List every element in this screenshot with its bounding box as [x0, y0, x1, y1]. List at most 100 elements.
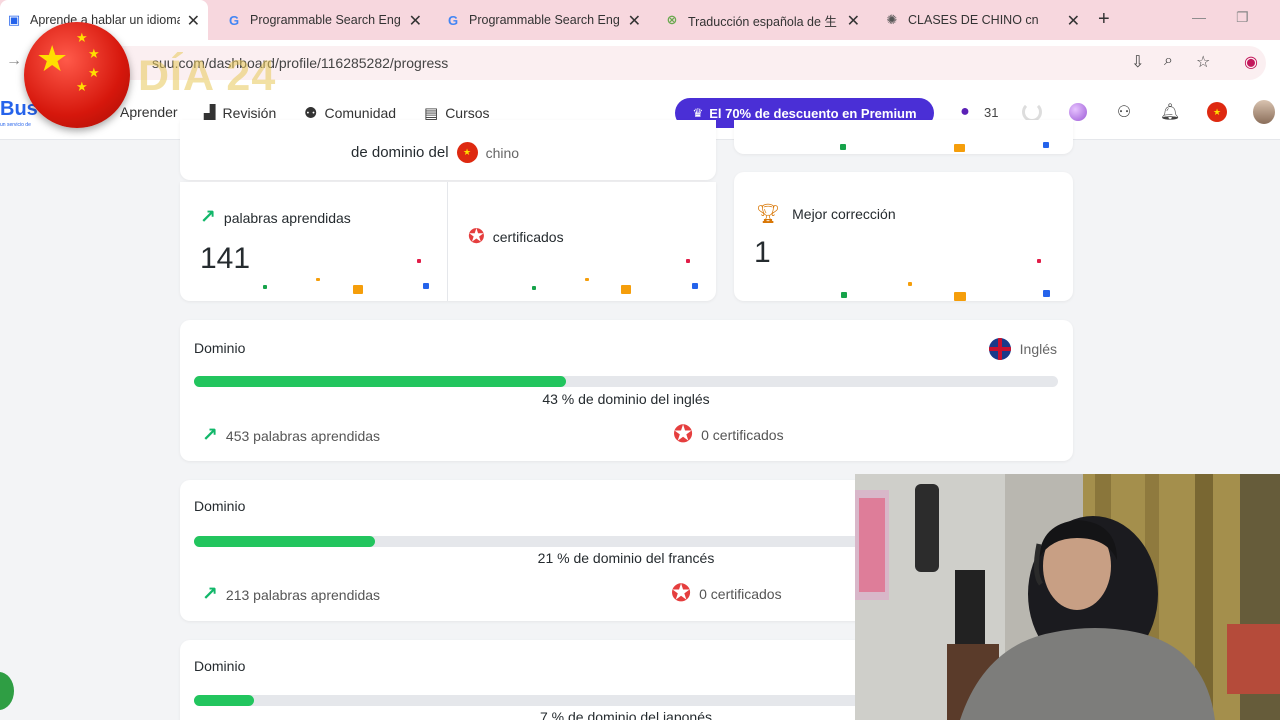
certificates-label: ✪ certificados: [468, 224, 564, 249]
small-star-icon: ★: [88, 46, 100, 61]
words-learned: ↗ 453 palabras aprendidas: [202, 424, 380, 447]
certificates-count: ✪ 0 certificados: [671, 579, 782, 608]
minimize-icon[interactable]: —: [1192, 9, 1206, 25]
best-correction-label: 🏆︎ Mejor corrección: [756, 202, 896, 226]
confetti: [532, 286, 536, 290]
confetti: [1043, 290, 1050, 297]
confetti: [417, 259, 421, 263]
close-tab-icon[interactable]: ✕: [847, 11, 860, 31]
language-tag-english: Inglés: [988, 338, 1057, 360]
nav-label: Revisión: [222, 105, 277, 121]
words-learned-value: 141: [200, 242, 251, 275]
certificates-text: 0 certificados: [699, 585, 782, 602]
small-star-icon: ★: [76, 79, 88, 94]
friends-icon[interactable]: ⚇: [1113, 101, 1135, 123]
install-app-icon[interactable]: ⇩: [1131, 52, 1144, 72]
partial-card-top-right: [734, 120, 1073, 154]
words-label-text: palabras aprendidas: [223, 209, 351, 226]
logo-tagline: un servicio de: [0, 122, 31, 128]
browser-tab-clases-chino[interactable]: ✺ CLASES DE CHINO cn ✕: [876, 0, 1088, 40]
tab-title: Aprende a hablar un idioma: [30, 13, 180, 27]
trending-up-icon: ↗: [200, 207, 216, 228]
crown-icon: ♛: [692, 106, 704, 120]
china-flag-overlay: ★ ★ ★ ★ ★: [24, 22, 130, 128]
certificate-badge-icon: ✪: [673, 421, 694, 448]
confetti: [1037, 259, 1041, 263]
tab-title: CLASES DE CHINO cn: [908, 13, 1039, 27]
confetti: [692, 283, 698, 289]
trending-up-icon: ↗: [202, 425, 218, 446]
profile-icon[interactable]: ◉: [1244, 52, 1258, 72]
browser-tab-strip: ▣ Aprende a hablar un idioma ✕ G Program…: [0, 0, 1280, 40]
progress-bar-fill: [194, 376, 566, 387]
course-card-english[interactable]: Dominio Inglés 43 % de dominio del inglé…: [180, 320, 1073, 461]
certificates-text: 0 certificados: [701, 426, 784, 443]
openai-icon: ✺: [886, 12, 898, 27]
language-flag-icon[interactable]: ★: [1206, 101, 1228, 123]
promo-label: El 70% de descuento en Premium: [709, 105, 917, 121]
confetti: [954, 144, 965, 152]
new-tab-button[interactable]: +: [1098, 8, 1110, 31]
progress-bar: [194, 376, 1058, 387]
chinese-mastery-card: de dominio del ★ chino: [180, 120, 716, 180]
restore-icon[interactable]: ❐: [1236, 9, 1249, 26]
confetti: [1043, 142, 1049, 148]
close-tab-icon[interactable]: ✕: [187, 11, 200, 31]
translate-icon: ⊗: [666, 12, 678, 27]
browser-tab-search-engine-2[interactable]: G Programmable Search Engine ✕: [437, 0, 649, 40]
best-correction-card: 🏆︎ Mejor corrección 1: [734, 172, 1073, 301]
browser-tab-search-engine-1[interactable]: G Programmable Search Engine ✕: [218, 0, 430, 40]
words-learned-text: 213 palabras aprendidas: [225, 586, 381, 603]
webcam-overlay: [855, 474, 1280, 720]
words-learned-label: ↗ palabras aprendidas: [200, 206, 351, 229]
close-tab-icon[interactable]: ✕: [628, 11, 641, 31]
mastery-title: Dominio: [194, 498, 246, 514]
confetti: [954, 292, 966, 301]
bell-icon[interactable]: 🔔︎: [1159, 101, 1181, 123]
confetti: [353, 285, 363, 294]
progress-bar-fill: [194, 536, 376, 547]
avatar[interactable]: [1253, 100, 1275, 124]
google-icon: G: [228, 12, 240, 28]
certificates-label-text: certificados: [492, 228, 564, 245]
divider: [447, 182, 448, 301]
nav-label: Cursos: [445, 105, 490, 121]
forward-icon[interactable]: →: [6, 52, 22, 70]
close-tab-icon[interactable]: ✕: [1067, 11, 1080, 31]
nav-label: Comunidad: [324, 105, 397, 121]
stats-card: ↗ palabras aprendidas 141 ✪ certificados: [180, 182, 716, 301]
language-tag-label: Inglés: [1019, 341, 1057, 357]
big-star-icon: ★: [36, 38, 69, 79]
confetti: [841, 292, 847, 298]
small-star-icon: ★: [88, 65, 100, 80]
tab-title: Programmable Search Engine: [469, 13, 619, 27]
confetti: [263, 285, 267, 289]
uk-flag-icon: [988, 338, 1011, 360]
best-correction-value: 1: [754, 236, 771, 269]
webcam-scene: [855, 474, 1280, 720]
confetti: [423, 283, 429, 289]
close-tab-icon[interactable]: ✕: [409, 11, 422, 31]
trending-up-icon: ↗: [202, 584, 218, 605]
browser-tab-translation[interactable]: ⊗ Traducción española de 生 ( ✕: [656, 0, 868, 40]
nav-label: Aprender: [120, 104, 178, 120]
words-learned: ↗ 213 palabras aprendidas: [202, 583, 380, 606]
certificate-badge-icon: ✪: [671, 580, 692, 607]
progress-bar-fill: [194, 695, 255, 706]
busuu-icon: ▣: [7, 12, 21, 27]
help-button[interactable]: [0, 672, 14, 710]
streak-count: 31: [984, 105, 999, 120]
nav-aprender[interactable]: Aprender: [120, 104, 178, 120]
confetti: [585, 278, 589, 281]
confetti: [316, 278, 320, 281]
confetti: [686, 259, 690, 263]
mastery-title: Dominio: [194, 658, 246, 674]
tab-title: Traducción española de 生 (: [688, 14, 838, 29]
language-name: chino: [485, 144, 520, 161]
day-counter-watermark: DÍA 24: [138, 52, 277, 100]
small-star-icon: ★: [76, 30, 88, 45]
tab-title: Programmable Search Engine: [250, 13, 400, 27]
confetti: [621, 285, 631, 294]
bookmark-star-icon[interactable]: ☆: [1196, 52, 1210, 72]
zoom-icon[interactable]: ⌕: [1164, 52, 1173, 70]
